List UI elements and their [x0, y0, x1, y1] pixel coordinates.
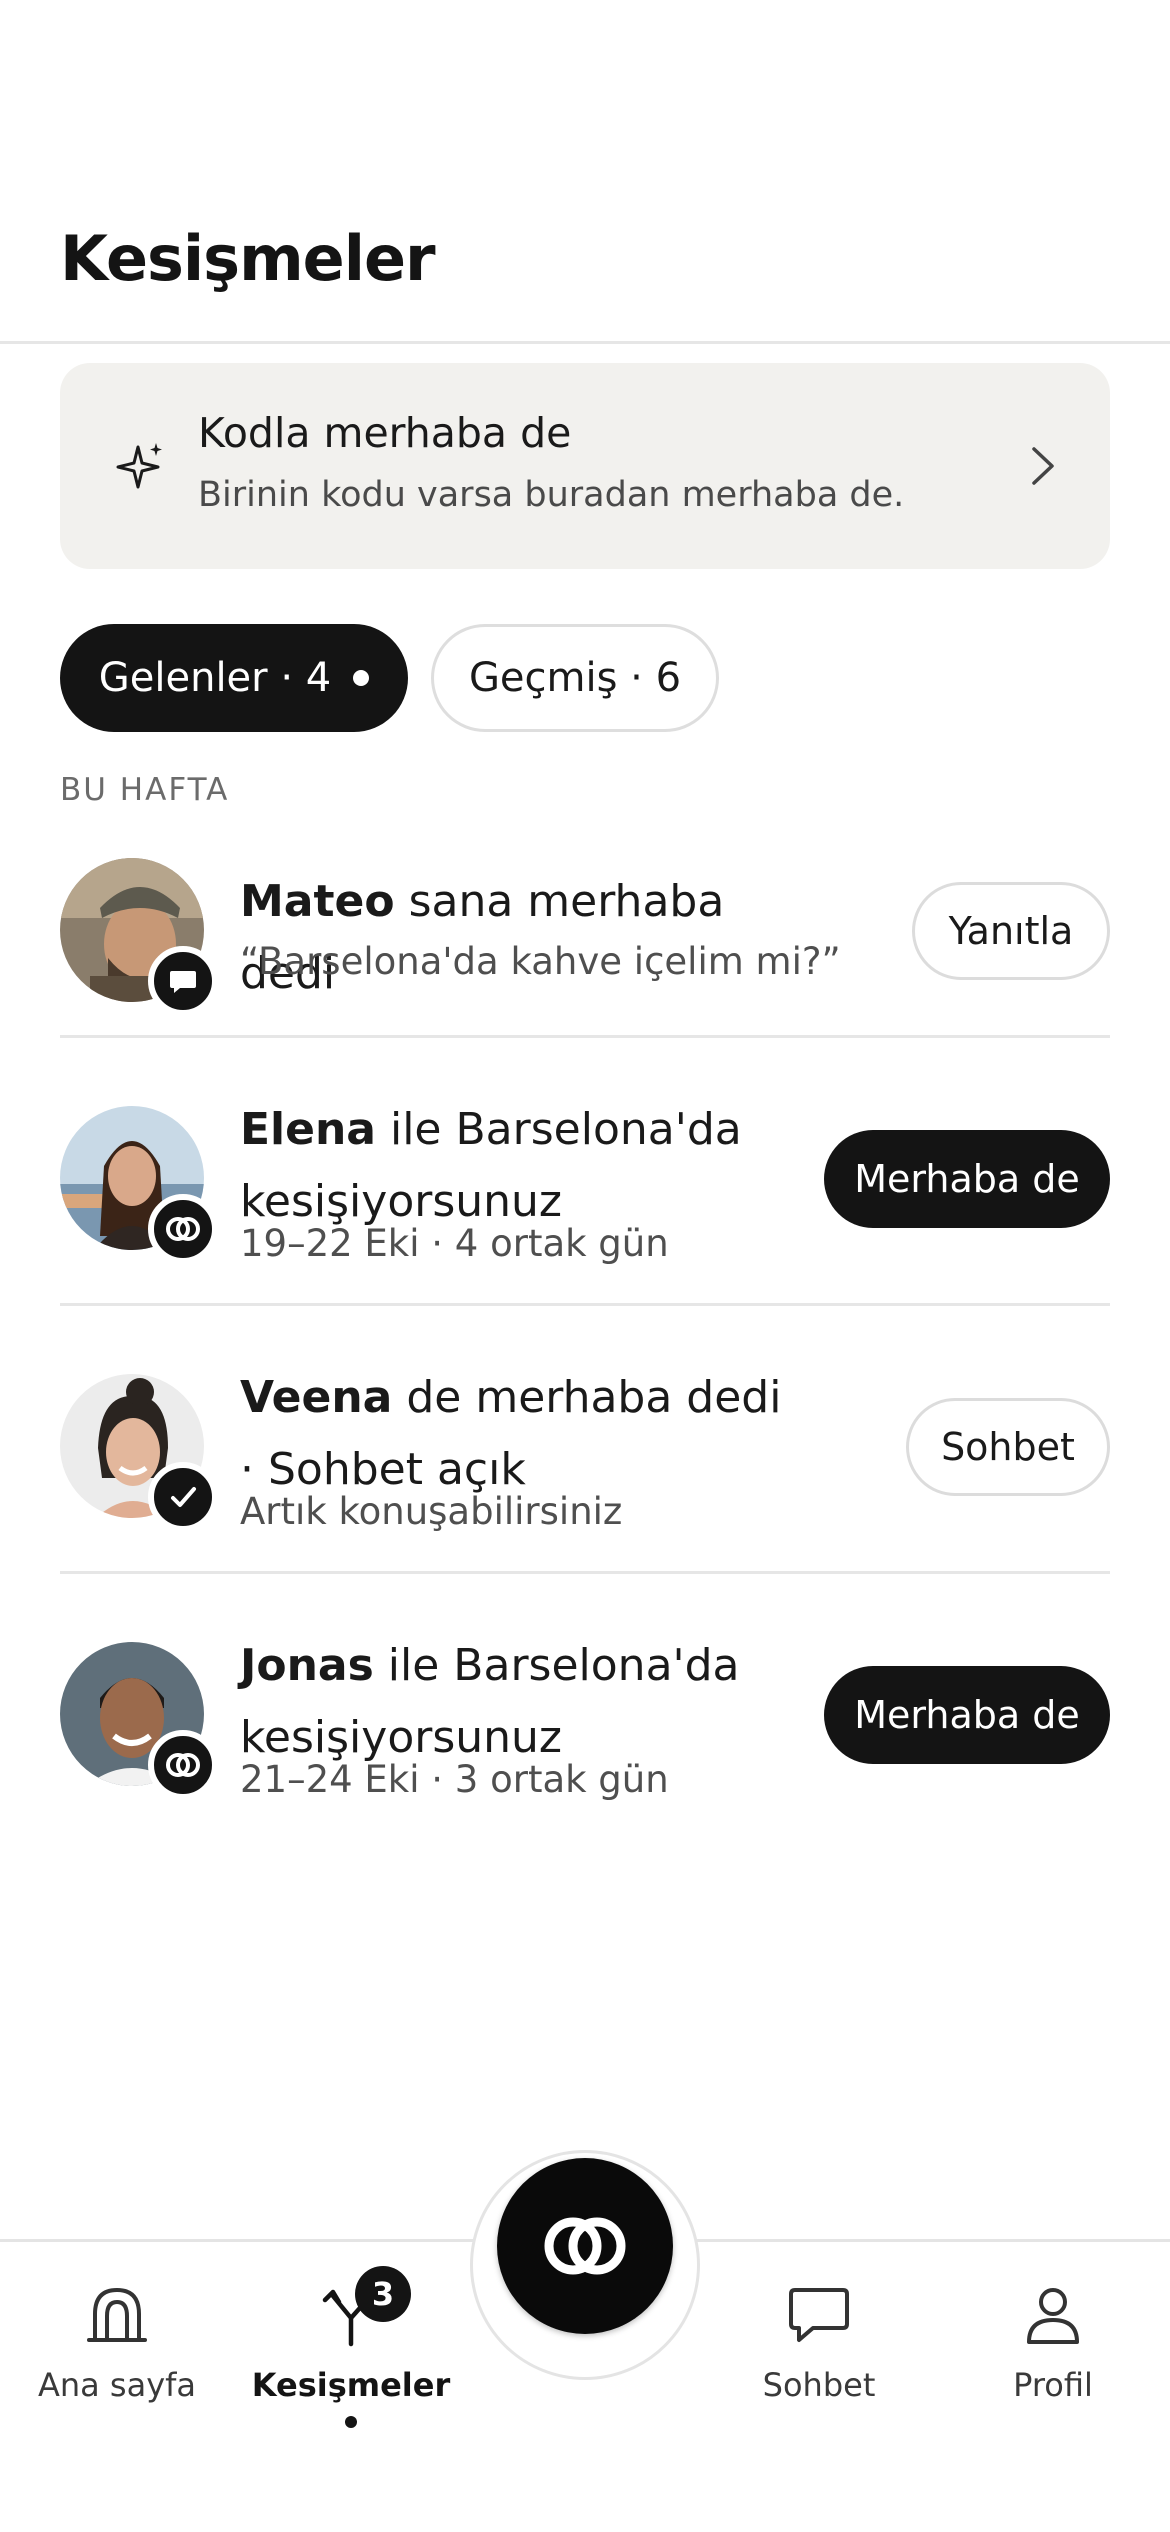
row-title: Mateo sana merhaba dedi — [240, 866, 800, 1010]
intersect-rings-icon — [544, 2217, 626, 2275]
tab-chat[interactable]: Sohbet — [702, 2242, 936, 2435]
reply-button[interactable]: Yanıtla — [912, 882, 1110, 980]
list-item[interactable]: Veena de merhaba dedi · Sohbet açık Artı… — [60, 1362, 1110, 1542]
tab-crossings-label: Kesişmeler — [251, 2366, 451, 2404]
row-name: Elena — [240, 1104, 376, 1155]
chat-button[interactable]: Sohbet — [906, 1398, 1110, 1496]
sparkle-icon — [116, 443, 162, 489]
say-hello-button[interactable]: Merhaba de — [824, 1666, 1110, 1764]
chevron-right-icon — [1032, 447, 1054, 485]
person-icon — [1027, 2288, 1079, 2344]
row-name: Veena — [240, 1372, 393, 1423]
row-title: Elena ile Barselona'da kesişiyorsunuz — [240, 1094, 800, 1238]
row-subtitle: Artık konuşabilirsiniz — [240, 1490, 623, 1533]
list-item[interactable]: Mateo sana merhaba dedi “Barselona'da ka… — [60, 858, 1110, 1016]
row-title: Jonas ile Barselona'da kesişiyorsunuz — [240, 1630, 800, 1774]
code-card-title: Kodla merhaba de — [198, 409, 572, 457]
unread-dot — [353, 670, 370, 686]
row-subtitle: 19–22 Eki · 4 ortak gün — [240, 1222, 669, 1265]
chat-bubble-icon — [148, 946, 218, 1016]
filter-history-label: Geçmiş · 6 — [468, 655, 682, 701]
check-icon — [148, 1462, 218, 1532]
filter-incoming-tab[interactable]: Gelenler · 4 — [60, 624, 408, 732]
active-tab-indicator — [345, 2416, 357, 2428]
row-subtitle: “Barselona'da kahve içelim mi?” — [240, 940, 841, 983]
section-label: BU HAFTA — [60, 772, 230, 808]
row-subtitle: 21–24 Eki · 3 ortak gün — [240, 1758, 669, 1801]
row-name: Mateo — [240, 876, 395, 927]
list-item[interactable]: Jonas ile Barselona'da kesişiyorsunuz 21… — [60, 1630, 1110, 1810]
crossing-icon — [148, 1730, 218, 1800]
tab-profile-label: Profil — [1013, 2366, 1093, 2404]
chat-bubble-icon — [789, 2288, 849, 2342]
header-divider — [0, 341, 1170, 344]
tab-profile[interactable]: Profil — [936, 2242, 1170, 2435]
row-name: Jonas — [240, 1640, 374, 1691]
say-hello-button[interactable]: Merhaba de — [824, 1130, 1110, 1228]
arch-home-icon — [87, 2287, 147, 2342]
filter-incoming-label: Gelenler · 4 — [98, 655, 332, 701]
say-hello-with-code-card[interactable]: Kodla merhaba de Birinin kodu varsa bura… — [60, 363, 1110, 569]
row-divider — [60, 1303, 1110, 1306]
filter-history-tab[interactable]: Geçmiş · 6 — [431, 624, 719, 732]
crossings-count-badge: 3 — [355, 2266, 411, 2322]
list-item[interactable]: Elena ile Barselona'da kesişiyorsunuz 19… — [60, 1094, 1110, 1274]
tab-chat-label: Sohbet — [762, 2366, 876, 2404]
code-card-subtitle: Birinin kodu varsa buradan merhaba de. — [198, 475, 905, 515]
row-title: Veena de merhaba dedi · Sohbet açık — [240, 1362, 800, 1506]
tab-crossings[interactable]: 3 Kesişmeler — [234, 2242, 468, 2435]
crossing-icon — [148, 1194, 218, 1264]
tab-home[interactable]: Ana sayfa — [0, 2242, 234, 2435]
row-divider — [60, 1571, 1110, 1574]
tab-home-label: Ana sayfa — [37, 2366, 197, 2404]
row-divider — [60, 1035, 1110, 1038]
page-title: Kesişmeler — [60, 222, 436, 295]
center-action-button[interactable] — [497, 2158, 673, 2334]
